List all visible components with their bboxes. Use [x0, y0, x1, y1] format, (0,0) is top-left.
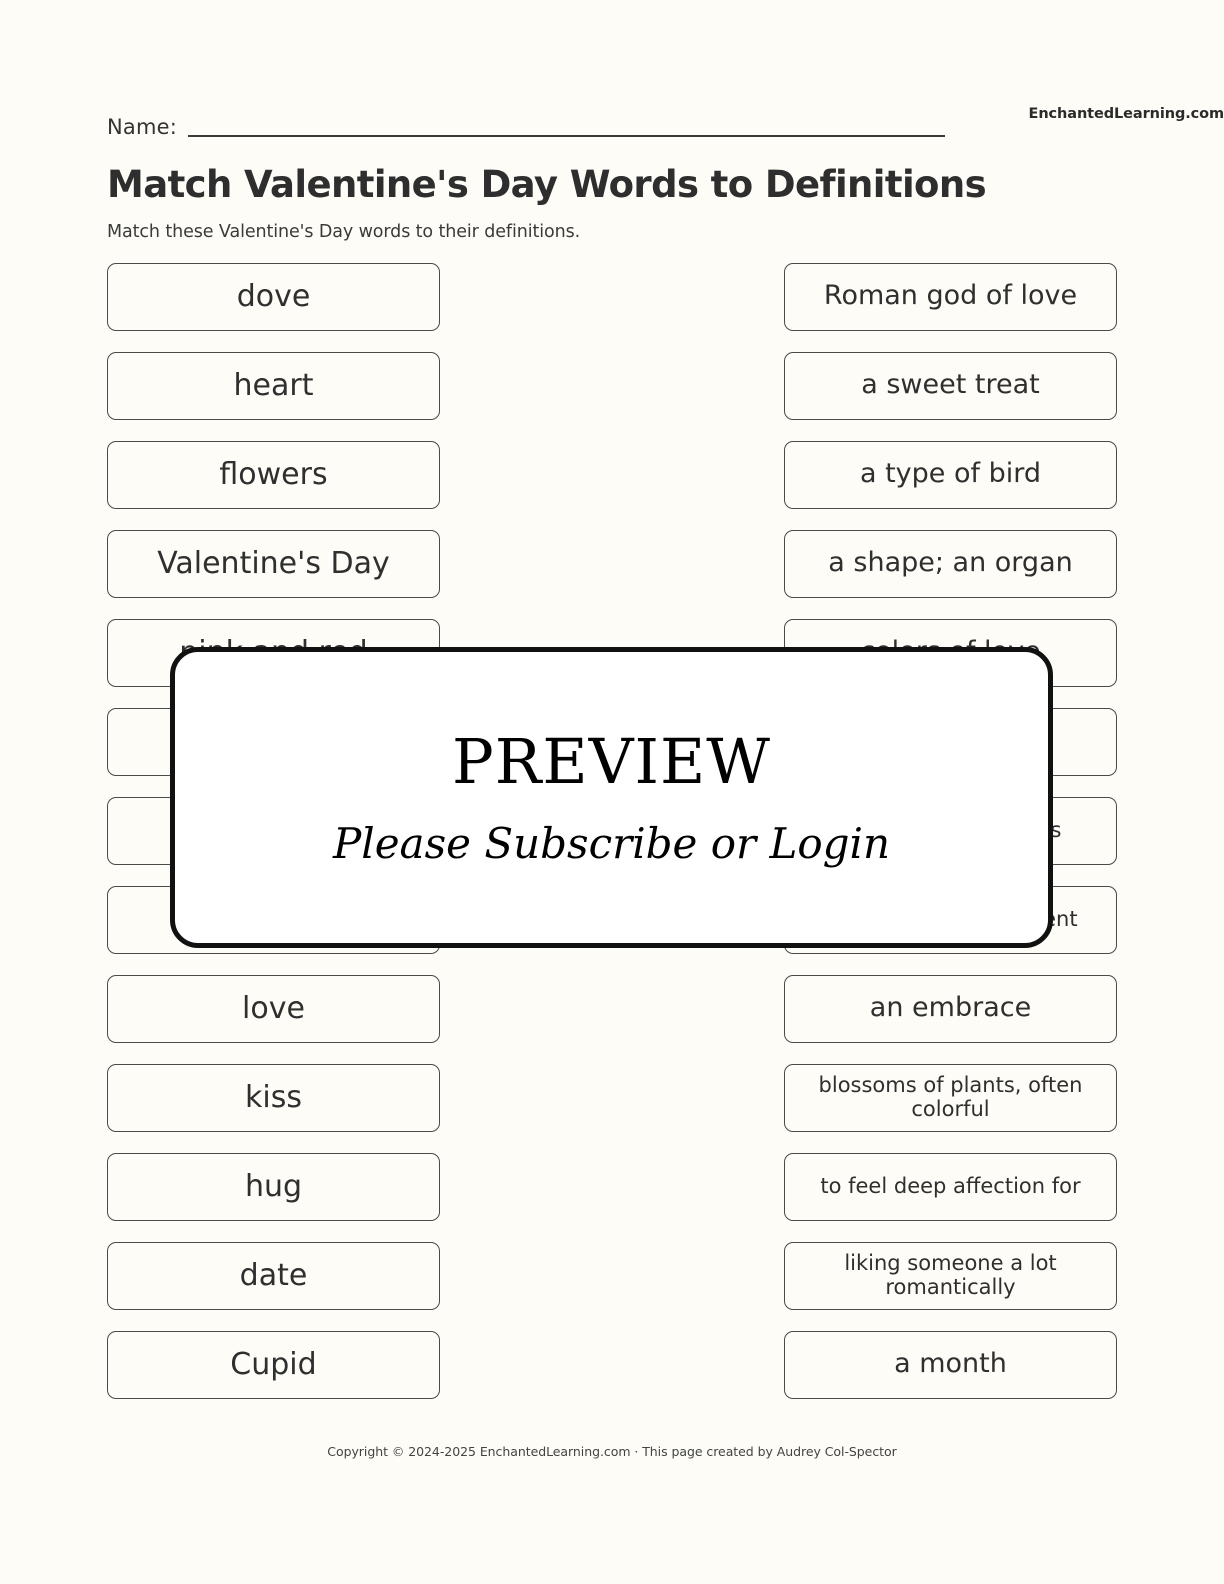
- name-input-line[interactable]: [188, 134, 946, 137]
- name-label: Name:: [107, 115, 178, 139]
- preview-overlay: PREVIEW Please Subscribe or Login: [170, 647, 1053, 948]
- definition-box[interactable]: a shape; an organ: [784, 529, 1117, 598]
- brand-logo[interactable]: EnchantedLearning.com: [1029, 106, 1224, 122]
- definition-box-label: an embrace: [869, 992, 1032, 1024]
- definition-box[interactable]: an embrace: [784, 974, 1117, 1043]
- worksheet-page: Name: EnchantedLearning.com Match Valent…: [0, 0, 1224, 1584]
- word-box[interactable]: date: [107, 1241, 440, 1310]
- definition-box-label: liking someone a lot romantically: [844, 1250, 1057, 1299]
- word-box[interactable]: kiss: [107, 1063, 440, 1132]
- definition-box-label: a type of bird: [859, 458, 1042, 490]
- word-box-label: kiss: [245, 1079, 302, 1115]
- word-box[interactable]: hug: [107, 1152, 440, 1221]
- footer-copyright: Copyright © 2024-2025 EnchantedLearning.…: [327, 1444, 897, 1459]
- definition-box[interactable]: to feel deep affection for: [784, 1152, 1117, 1221]
- definition-box-label: to feel deep affection for: [820, 1173, 1081, 1198]
- word-box-label: flowers: [219, 456, 328, 492]
- word-box-label: dove: [236, 278, 311, 314]
- definition-box[interactable]: liking someone a lot romantically: [784, 1241, 1117, 1310]
- definition-box[interactable]: a month: [784, 1330, 1117, 1399]
- page-instructions: Match these Valentine's Day words to the…: [107, 221, 581, 242]
- word-box-label: Cupid: [230, 1346, 317, 1382]
- word-box-label: love: [242, 990, 305, 1026]
- preview-title: PREVIEW: [452, 724, 771, 798]
- word-box-label: date: [239, 1257, 308, 1293]
- word-box-label: Valentine's Day: [157, 545, 390, 581]
- header: Name:: [107, 0, 1117, 140]
- word-box[interactable]: heart: [107, 351, 440, 420]
- word-box-label: hug: [244, 1168, 303, 1204]
- definition-box-label: a sweet treat: [861, 369, 1040, 401]
- word-box[interactable]: flowers: [107, 440, 440, 509]
- definition-box[interactable]: a type of bird: [784, 440, 1117, 509]
- word-box[interactable]: Valentine's Day: [107, 529, 440, 598]
- word-box[interactable]: Cupid: [107, 1330, 440, 1399]
- definition-box[interactable]: Roman god of love: [784, 262, 1117, 331]
- word-box-label: heart: [233, 367, 314, 403]
- definition-box-label: a shape; an organ: [828, 547, 1073, 579]
- definition-box-label: a month: [894, 1348, 1007, 1380]
- word-box[interactable]: dove: [107, 262, 440, 331]
- preview-subtitle[interactable]: Please Subscribe or Login: [333, 822, 890, 865]
- definition-box[interactable]: blossoms of plants, often colorful: [784, 1063, 1117, 1132]
- page-title: Match Valentine's Day Words to Definitio…: [107, 163, 987, 206]
- definition-box[interactable]: a sweet treat: [784, 351, 1117, 420]
- definition-box-label: Roman god of love: [823, 280, 1078, 312]
- word-box[interactable]: love: [107, 974, 440, 1043]
- definition-box-label: blossoms of plants, often colorful: [818, 1072, 1083, 1121]
